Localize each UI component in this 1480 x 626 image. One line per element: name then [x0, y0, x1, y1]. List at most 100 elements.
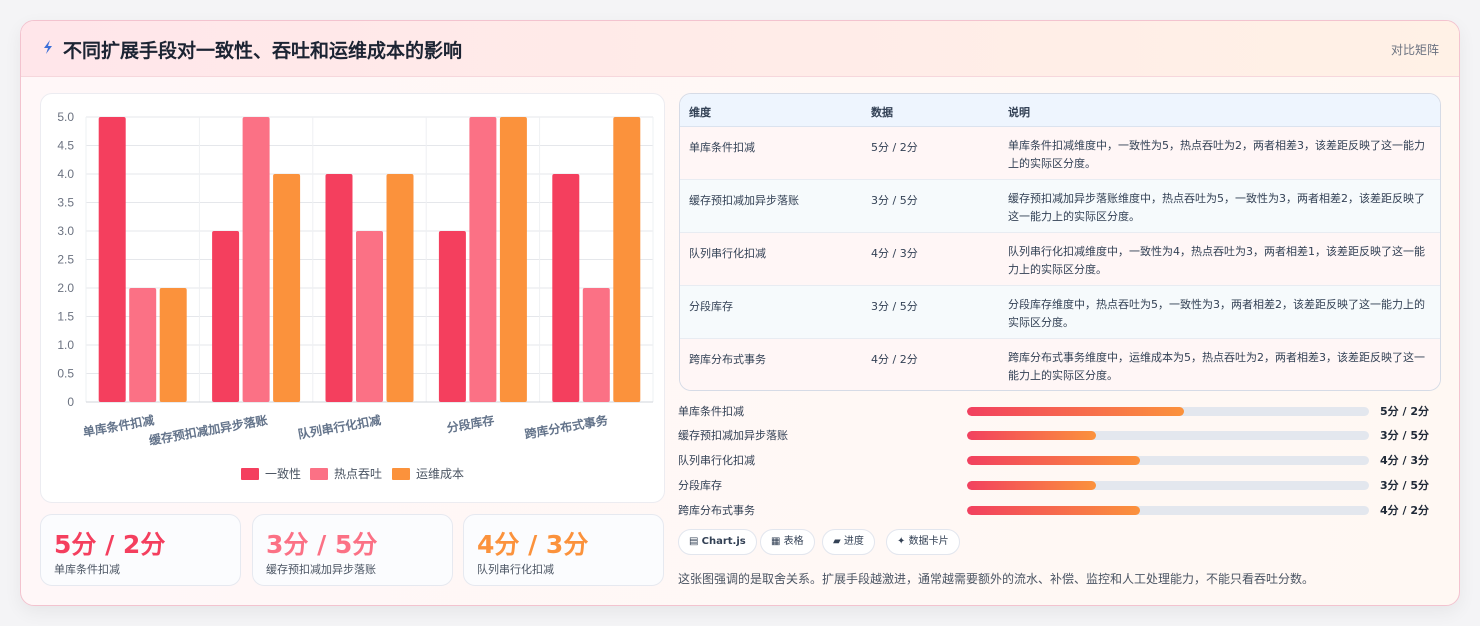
table-header: 维度 数据 说明 [680, 94, 1440, 127]
stat-label: 队列串行化扣减 [477, 563, 554, 576]
progress-value: 3分 / 5分 [1380, 479, 1429, 492]
progress-track [967, 481, 1369, 490]
bar [242, 117, 270, 402]
y-tick-label: 0 [67, 395, 74, 409]
progress-fill [967, 407, 1185, 416]
row-value: 5分 / 2分 [871, 141, 918, 154]
row-name: 跨库分布式事务 [689, 353, 766, 366]
stat-card-2: 3分 / 5分 缓存预扣减加异步落账 [252, 514, 453, 586]
stat-value: 4分 / 3分 [477, 530, 589, 559]
chip-progress[interactable]: ▰ 进度 [822, 529, 875, 555]
progress-fill [967, 481, 1096, 490]
bar [499, 117, 527, 402]
y-tick-label: 2.0 [57, 281, 74, 295]
bar [325, 174, 353, 402]
progress-track [967, 407, 1369, 416]
page-title: 不同扩展手段对一致性、吞吐和运维成本的影响 [63, 40, 463, 62]
row-name: 缓存预扣减加异步落账 [689, 194, 799, 207]
legend-swatch [392, 468, 410, 480]
row-name: 单库条件扣减 [689, 141, 755, 154]
table-row: 单库条件扣减 5分 / 2分 单库条件扣减维度中，一致性为5，热点吞吐为2，两者… [680, 127, 1440, 180]
progress-label: 队列串行化扣减 [678, 454, 755, 467]
legend-swatch [241, 468, 259, 480]
chip-label: 表格 [783, 536, 804, 547]
sparkle-icon: ✦ [897, 536, 906, 547]
chip-chartjs[interactable]: ▤ Chart.js [678, 529, 757, 555]
column-header: 维度 [689, 106, 711, 119]
progress-fill [967, 431, 1096, 440]
y-tick-label: 4.5 [57, 139, 74, 153]
row-description: 分段库存维度中，热点吞吐为5，一致性为3，两者相差2，该差距反映了这一能力上的实… [1008, 298, 1425, 329]
progress-icon: ▰ [833, 536, 841, 547]
comparison-table: 维度 数据 说明 单库条件扣减 5分 / 2分 单库条件扣减维度中，一致性为5，… [679, 93, 1441, 391]
bar [386, 174, 414, 402]
chip-label: Chart.js [701, 536, 746, 547]
progress-track [967, 456, 1369, 465]
progress-value: 4分 / 2分 [1380, 504, 1429, 517]
progress-value: 3分 / 5分 [1380, 429, 1429, 442]
bar [613, 117, 641, 402]
bar [438, 231, 466, 402]
progress-row: 单库条件扣减 5分 / 2分 [678, 401, 1443, 421]
stat-value: 5分 / 2分 [54, 530, 166, 559]
table-row: 缓存预扣减加异步落账 3分 / 5分 缓存预扣减加异步落账维度中，热点吞吐为5，… [680, 180, 1440, 233]
chart-icon: ▤ [689, 536, 699, 547]
bar [552, 174, 580, 402]
table-icon: ▦ [771, 536, 781, 547]
row-value: 4分 / 2分 [871, 353, 918, 366]
legend-swatch [310, 468, 328, 480]
stat-value: 3分 / 5分 [266, 530, 378, 559]
bar [98, 117, 126, 402]
y-tick-label: 3.5 [57, 196, 74, 210]
progress-label: 单库条件扣减 [678, 405, 744, 418]
x-tick-label: 单库条件扣减 [82, 412, 156, 439]
footnote: 这张图强调的是取舍关系。扩展手段越激进，通常越需要额外的流水、补偿、监控和人工处… [678, 572, 1315, 586]
progress-label: 跨库分布式事务 [678, 504, 755, 517]
stat-label: 缓存预扣减加异步落账 [266, 563, 376, 576]
progress-row: 跨库分布式事务 4分 / 2分 [678, 500, 1443, 520]
bar [129, 288, 157, 402]
chip-data-card[interactable]: ✦ 数据卡片 [886, 529, 960, 555]
header-tag: 对比矩阵 [1390, 43, 1439, 57]
progress-value: 4分 / 3分 [1380, 454, 1429, 467]
stat-card-1: 5分 / 2分 单库条件扣减 [40, 514, 241, 586]
column-header: 数据 [871, 106, 893, 119]
legend-label: 运维成本 [416, 467, 464, 481]
row-description: 单库条件扣减维度中，一致性为5，热点吞吐为2，两者相差3，该差距反映了这一能力上… [1008, 139, 1425, 170]
bar [159, 288, 187, 402]
y-tick-label: 2.5 [57, 253, 74, 267]
table-row: 分段库存 3分 / 5分 分段库存维度中，热点吞吐为5，一致性为3，两者相差2，… [680, 286, 1440, 339]
row-name: 分段库存 [689, 300, 733, 313]
progress-row: 分段库存 3分 / 5分 [678, 475, 1443, 495]
y-tick-label: 1.5 [57, 310, 74, 324]
bar-chart-svg: 0 0.5 1.0 1.5 2.0 2.5 3.0 3.5 4.0 4.5 5.0 单库条件扣减缓存预… [57, 110, 654, 481]
progress-fill [967, 456, 1140, 465]
bar-chart: 0 0.5 1.0 1.5 2.0 2.5 3.0 3.5 4.0 4.5 5.0 单库条件扣减 缓存预… [40, 93, 665, 503]
card-header: 不同扩展手段对一致性、吞吐和运维成本的影响 对比矩阵 [21, 21, 1459, 77]
y-tick-label: 3.0 [57, 224, 74, 238]
progress-row: 缓存预扣减加异步落账 3分 / 5分 [678, 425, 1443, 445]
y-tick-label: 0.5 [57, 367, 74, 381]
progress-fill [967, 506, 1140, 515]
bar [273, 174, 301, 402]
table-row: 队列串行化扣减 4分 / 3分 队列串行化扣减维度中，一致性为4，热点吞吐为3，… [680, 233, 1440, 286]
y-tick-label: 1.0 [57, 338, 74, 352]
progress-value: 5分 / 2分 [1380, 405, 1429, 418]
table-row: 跨库分布式事务 4分 / 2分 跨库分布式事务维度中，运维成本为5，热点吞吐为2… [680, 339, 1440, 390]
x-tick-label: 队列串行化扣减 [297, 412, 382, 441]
chip-label: 数据卡片 [908, 536, 949, 547]
row-description: 跨库分布式事务维度中，运维成本为5，热点吞吐为2，两者相差3，该差距反映了这一能… [1008, 351, 1425, 382]
bar [469, 117, 497, 402]
report-card: 不同扩展手段对一致性、吞吐和运维成本的影响 对比矩阵 0 0.5 1.0 1.5 2.0… [20, 20, 1460, 606]
chip-table[interactable]: ▦ 表格 [760, 529, 815, 555]
bar [582, 288, 610, 402]
row-name: 队列串行化扣减 [689, 247, 766, 260]
progress-track [967, 431, 1369, 440]
row-value: 4分 / 3分 [871, 247, 918, 260]
progress-row: 队列串行化扣减 4分 / 3分 [678, 450, 1443, 470]
chip-label: 进度 [843, 536, 864, 547]
x-tick-label: 跨库分布式事务 [523, 412, 609, 442]
x-tick-label: 分段库存 [446, 412, 496, 435]
row-description: 队列串行化扣减维度中，一致性为4，热点吞吐为3，两者相差1，该差距反映了这一能力… [1008, 245, 1425, 276]
legend-label: 一致性 [265, 467, 301, 481]
